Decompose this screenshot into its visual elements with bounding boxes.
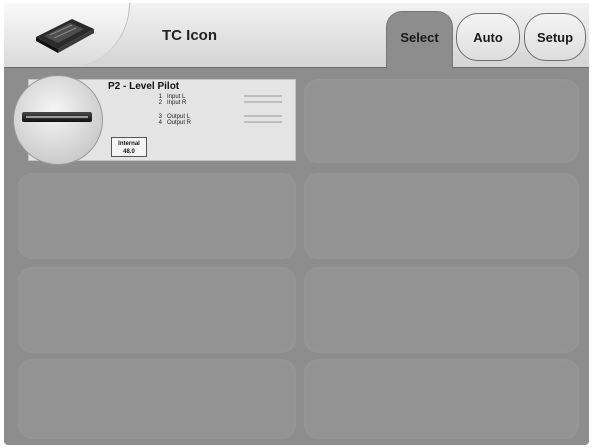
- output-level-meter: [244, 121, 282, 123]
- clock-source-box[interactable]: Internal 48.0: [111, 137, 147, 157]
- clock-rate: 48.0: [123, 149, 135, 155]
- input-label: Input R: [167, 100, 187, 106]
- device-slot-empty[interactable]: [18, 359, 296, 439]
- input-level-meter: [244, 95, 282, 97]
- input-level-meter: [244, 101, 282, 103]
- app-screen: TC Icon Select Auto Setup P2 - Level Pil…: [4, 3, 589, 445]
- device-slot-empty[interactable]: [18, 267, 296, 353]
- logo-panel: [4, 3, 130, 67]
- clock-label: Internal: [118, 141, 140, 147]
- tab-setup[interactable]: Setup: [524, 13, 586, 61]
- output-level-meter: [244, 115, 282, 117]
- output-number: 4: [158, 120, 162, 126]
- output-label: Output R: [167, 120, 192, 126]
- input-number: 2: [158, 100, 162, 106]
- output-row: 4 Output R: [154, 120, 191, 126]
- device-name: P2 - Level Pilot: [108, 81, 180, 92]
- rack-unit-icon: [22, 112, 92, 122]
- input-row: 2 Input R: [154, 100, 187, 106]
- device-slot-empty[interactable]: [304, 79, 579, 163]
- mixer-device-icon: [36, 19, 94, 53]
- device-slot-empty[interactable]: [304, 359, 579, 439]
- app-title: TC Icon: [162, 27, 217, 44]
- device-slot-empty[interactable]: [304, 267, 579, 353]
- device-slot-empty[interactable]: [304, 173, 579, 259]
- device-image[interactable]: [13, 75, 103, 165]
- header-bar: TC Icon Select Auto Setup: [4, 3, 589, 69]
- tab-select[interactable]: Select: [386, 11, 453, 69]
- tab-auto[interactable]: Auto: [456, 13, 520, 61]
- device-slot-empty[interactable]: [18, 173, 296, 259]
